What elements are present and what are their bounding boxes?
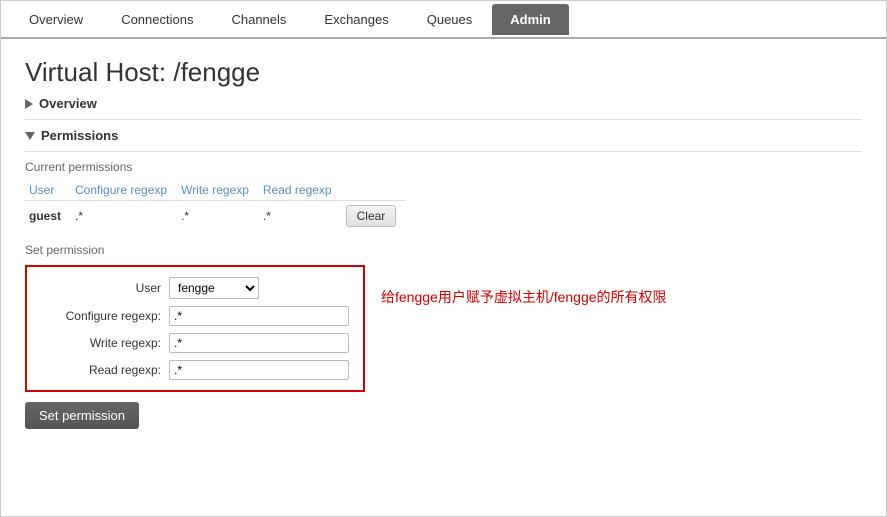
col-read: Read regexp: [259, 180, 342, 201]
write-form-label: Write regexp:: [41, 336, 161, 350]
set-permission-button[interactable]: Set permission: [25, 402, 139, 429]
configure-input[interactable]: [169, 306, 349, 326]
tab-admin[interactable]: Admin: [492, 4, 568, 35]
cell-read: .*: [259, 201, 342, 232]
tab-channels[interactable]: Channels: [213, 4, 304, 35]
app-window: Overview Connections Channels Exchanges …: [0, 0, 887, 517]
permissions-toggle-icon: [25, 132, 35, 140]
set-permission-form-outer: User fengge Configure regexp: Write rege…: [25, 265, 862, 392]
write-input[interactable]: [169, 333, 349, 353]
cell-write: .*: [177, 201, 259, 232]
cell-configure: .*: [71, 201, 177, 232]
user-select[interactable]: fengge: [169, 277, 259, 299]
clear-button[interactable]: Clear: [346, 205, 397, 227]
divider-1: [25, 119, 862, 120]
write-form-row: Write regexp:: [41, 333, 349, 353]
tab-exchanges[interactable]: Exchanges: [306, 4, 406, 35]
permissions-section-header[interactable]: Permissions: [25, 128, 862, 143]
user-form-row: User fengge: [41, 277, 349, 299]
main-content: Virtual Host: /fengge Overview Permissio…: [1, 39, 886, 516]
configure-form-label: Configure regexp:: [41, 309, 161, 323]
divider-2: [25, 151, 862, 152]
read-form-row: Read regexp:: [41, 360, 349, 380]
set-permission-label: Set permission: [25, 243, 862, 257]
permissions-section-label: Permissions: [41, 128, 118, 143]
user-form-label: User: [41, 281, 161, 295]
read-form-label: Read regexp:: [41, 363, 161, 377]
overview-section-header[interactable]: Overview: [25, 96, 862, 111]
configure-form-row: Configure regexp:: [41, 306, 349, 326]
cell-user: guest: [25, 201, 71, 232]
tab-overview[interactable]: Overview: [11, 4, 101, 35]
cell-action: Clear: [342, 201, 407, 232]
table-row: guest .* .* .* Clear: [25, 201, 406, 232]
current-permissions-label: Current permissions: [25, 160, 862, 174]
top-nav: Overview Connections Channels Exchanges …: [1, 1, 886, 39]
col-write: Write regexp: [177, 180, 259, 201]
tab-connections[interactable]: Connections: [103, 4, 211, 35]
col-configure: Configure regexp: [71, 180, 177, 201]
overview-section-label: Overview: [39, 96, 97, 111]
permissions-table: User Configure regexp Write regexp Read …: [25, 180, 406, 231]
overview-toggle-icon: [25, 99, 33, 109]
col-user: User: [25, 180, 71, 201]
hint-text: 给fengge用户赋予虚拟主机/fengge的所有权限: [381, 265, 667, 307]
permissions-section: Permissions Current permissions User Con…: [25, 128, 862, 429]
read-input[interactable]: [169, 360, 349, 380]
page-title: Virtual Host: /fengge: [25, 57, 862, 88]
tab-queues[interactable]: Queues: [409, 4, 491, 35]
set-permission-form-box: User fengge Configure regexp: Write rege…: [25, 265, 365, 392]
col-action: [342, 180, 407, 201]
